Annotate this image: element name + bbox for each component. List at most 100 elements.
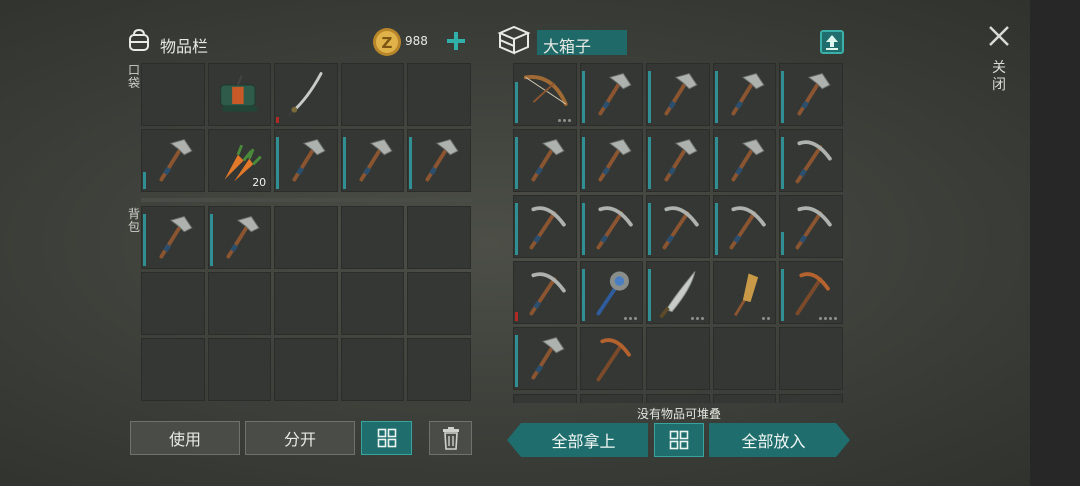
hammer-icon [598,138,632,182]
copper-pickaxe-icon [596,338,631,382]
chest-slot-broom[interactable] [712,261,777,324]
pocket-slot-katana[interactable] [274,63,338,126]
plus-icon[interactable] [446,31,466,51]
durability-bar [781,71,785,123]
svg-text:Z: Z [382,34,393,52]
chest-slot-hammer[interactable] [513,327,577,390]
dynamite-icon [219,75,257,112]
pocket-slot-empty[interactable] [407,63,471,126]
chest-slot-hammer[interactable] [579,129,644,192]
pocket-slot-hammer[interactable] [340,129,405,192]
upload-icon[interactable] [818,28,846,56]
backpack-slot-empty[interactable] [207,338,272,401]
chest-slot-pickaxe[interactable] [712,195,777,258]
chest-grid-partial-row [513,394,843,403]
chest-slot-hammer[interactable] [712,129,777,192]
chest-slot-mace[interactable] [579,261,644,324]
pocket-slot-empty[interactable] [340,63,405,126]
durability-bar [648,71,652,123]
hammer-icon [425,138,459,182]
durability-bar [342,137,346,189]
durability-bar [781,137,785,189]
backpack-slot-empty[interactable] [407,206,471,269]
chest-slot-hammer[interactable] [579,63,644,126]
backpack-slot-hammer[interactable] [141,206,205,269]
backpack-slot-hammer[interactable] [207,206,272,269]
sort-grid-icon [377,428,396,448]
chest-slot-pickaxe[interactable] [779,129,843,192]
backpack-slot-empty[interactable] [274,206,338,269]
chest-slot-pickaxe[interactable] [513,261,577,324]
trash-icon [442,427,459,450]
durability-bar [515,312,518,321]
use-button[interactable]: 使用 [130,421,240,455]
backpack-slot-empty[interactable] [141,272,205,335]
durability-bar [648,137,652,189]
backpack-slot-empty[interactable] [274,272,338,335]
chest-sort-button[interactable] [654,423,704,457]
chest-slot-machete[interactable] [646,261,710,324]
durability-bar [515,137,518,189]
durability-bar [515,82,518,123]
backpack-label: 背包 [127,207,140,234]
durability-bar [409,137,413,189]
chest-slot-bow[interactable] [513,63,577,126]
hammer-icon [159,138,193,182]
hammer-icon [531,138,565,182]
close-icon[interactable] [988,25,1010,47]
pocket-slot-hammer[interactable] [407,129,471,192]
chest-slot-empty[interactable] [646,327,710,390]
inventory-title: 物品栏 [160,37,209,56]
chest-slot-empty[interactable] [712,327,777,390]
chest-slot-hammer[interactable] [646,63,710,126]
chest-slot-pickaxe[interactable] [579,195,644,258]
pocket-slot-hammer[interactable] [141,129,205,192]
status-text: 没有物品可堆叠 [636,407,721,421]
backpack-slot-empty[interactable] [207,272,272,335]
close-label[interactable]: 关闭 [991,60,1007,94]
chest-slot-hammer[interactable] [779,63,843,126]
pocket-slot-empty[interactable] [141,63,205,126]
chest-slot-hammer[interactable] [646,129,710,192]
pocket-slot-dynamite[interactable] [207,63,272,126]
katana-icon [287,72,323,117]
chest-slot[interactable] [712,394,777,403]
backpack-slot-empty[interactable] [407,272,471,335]
durability-bar [714,203,718,255]
chest-slot-pickaxe[interactable] [779,195,843,258]
backpack-slot-empty[interactable] [141,338,205,401]
pocket-slot-hammer[interactable] [274,129,338,192]
durability-bar [648,203,652,255]
backpack-slot-empty[interactable] [340,338,405,401]
trash-button[interactable] [429,421,472,455]
chest-slot-hammer[interactable] [513,129,577,192]
sort-button[interactable] [361,421,412,455]
pickaxe-icon [662,206,699,250]
durability-bar [781,232,785,255]
chest-slot-pickaxe[interactable] [513,195,577,258]
split-button[interactable]: 分开 [245,421,355,455]
chest-slot-empty[interactable] [779,327,843,390]
durability-bar [714,71,718,123]
chest-slot-pickaxe[interactable] [646,195,710,258]
pickaxe-icon [596,206,633,250]
put-all-button[interactable]: 全部放入 [709,423,850,457]
backpack-slot-empty[interactable] [340,272,405,335]
backpack-slot-empty[interactable] [407,338,471,401]
chest-slot-hammer[interactable] [712,63,777,126]
mace-icon [596,271,629,316]
durability-bar [276,117,280,123]
bow-icon [523,75,568,106]
chest-slot-copper-pickaxe[interactable] [779,261,843,324]
pocket-slot-carrot[interactable]: 20 [207,129,272,192]
durability-bar [143,172,146,189]
chest-slot[interactable] [646,394,710,403]
chest-slot-copper-pickaxe[interactable] [579,327,644,390]
backpack-slot-empty[interactable] [340,206,405,269]
chest-slot[interactable] [779,394,843,403]
backpack-slot-empty[interactable] [274,338,338,401]
chest-slot[interactable] [579,394,644,403]
pickaxe-icon [795,140,833,184]
take-all-button[interactable]: 全部拿上 [507,423,648,457]
chest-slot[interactable] [513,394,577,403]
